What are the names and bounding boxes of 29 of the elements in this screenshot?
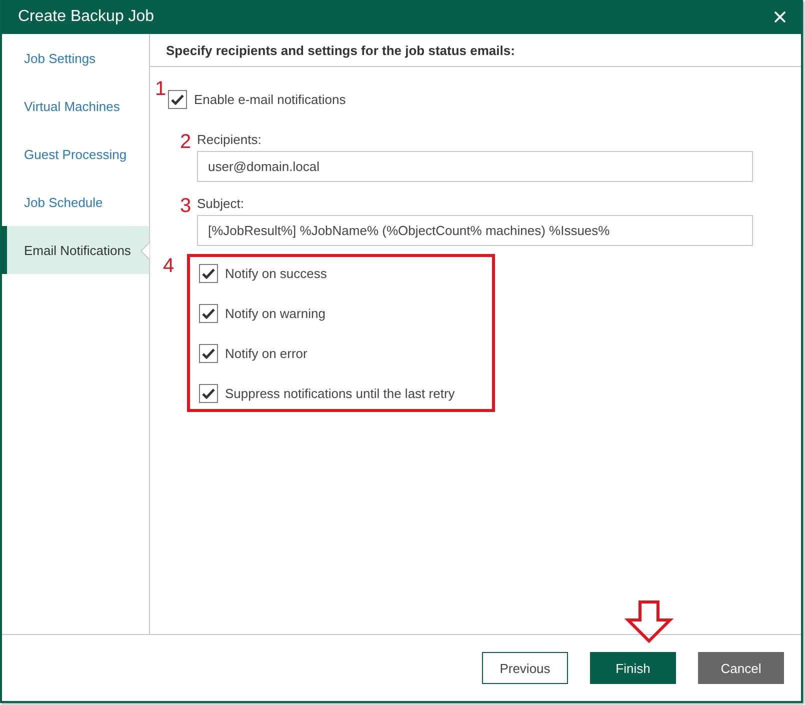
checkbox[interactable] bbox=[199, 264, 218, 282]
checkbox-label: Notify on error bbox=[225, 346, 308, 360]
cancel-button[interactable]: Cancel bbox=[698, 652, 784, 684]
checkbox-label: Notify on success bbox=[225, 266, 327, 280]
checkbox-label: Suppress notifications until the last retry bbox=[225, 386, 455, 400]
checkbox[interactable] bbox=[168, 90, 187, 108]
annotation-number: 4 bbox=[163, 256, 176, 276]
checkbox[interactable] bbox=[199, 304, 218, 322]
checkbox-label: Enable e-mail notifications bbox=[194, 92, 346, 106]
sidebar-item[interactable]: Virtual Machines bbox=[2, 82, 149, 130]
secondary-button[interactable]: Previous bbox=[482, 652, 568, 684]
sidebar-item[interactable]: Job Schedule bbox=[2, 178, 149, 226]
section-heading: Specify recipients and settings for the job status emails: bbox=[150, 34, 801, 67]
field-label: Recipients: bbox=[197, 132, 262, 147]
annotation-arrow bbox=[624, 600, 674, 644]
sidebar-item[interactable]: Email Notifications bbox=[2, 226, 149, 274]
window-title: Create Backup Job bbox=[18, 8, 154, 26]
annotation-number: 3 bbox=[180, 196, 192, 216]
annotation-number: 2 bbox=[180, 132, 192, 152]
field-label: Subject: bbox=[197, 196, 245, 211]
sidebar-item[interactable]: Guest Processing bbox=[2, 130, 149, 178]
checkbox-label: Notify on warning bbox=[225, 306, 326, 320]
sidebar-item[interactable]: Job Settings bbox=[2, 34, 149, 82]
checkbox[interactable] bbox=[199, 344, 218, 362]
recipients-field[interactable]: user@domain.local bbox=[197, 151, 753, 182]
primary-button[interactable]: Finish bbox=[590, 652, 676, 684]
annotation-number: 1 bbox=[155, 79, 168, 99]
subject-field[interactable]: [%JobResult%] %JobName% (%ObjectCount% machines) %Issues% bbox=[197, 215, 753, 246]
checkbox[interactable] bbox=[199, 384, 218, 402]
